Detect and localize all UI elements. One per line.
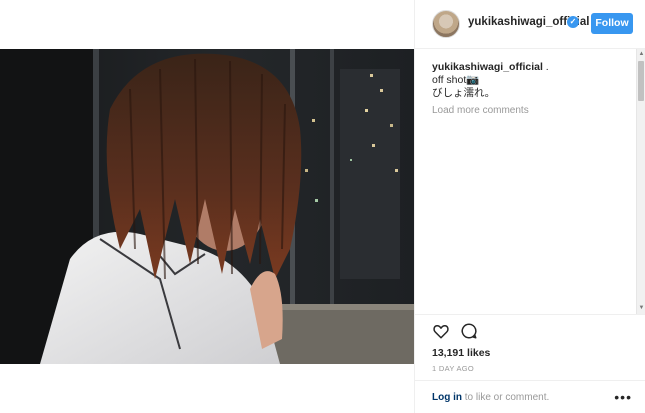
caption-text-line3: びしょ濡れ。 — [432, 87, 496, 99]
scrollbar-thumb[interactable] — [638, 61, 644, 101]
load-more-comments-link[interactable]: Load more comments — [432, 105, 529, 116]
post-header: yukikashiwagi_official ✓ Follow — [415, 0, 645, 49]
avatar[interactable] — [432, 10, 460, 38]
caption-username[interactable]: yukikashiwagi_official — [432, 61, 543, 73]
post-timestamp[interactable]: 1 DAY AGO — [432, 364, 474, 373]
login-prompt: Log in to like or comment. — [432, 392, 549, 403]
more-options-icon[interactable]: ••• — [614, 389, 632, 405]
instagram-embed: yukikashiwagi_official ✓ Follow yukikash… — [0, 0, 645, 413]
comment-bubble-icon[interactable] — [460, 322, 478, 340]
login-prompt-text: to like or comment. — [462, 392, 550, 403]
post-photo[interactable] — [0, 49, 414, 364]
follow-button[interactable]: Follow — [591, 13, 633, 34]
comments-panel: yukikashiwagi_official . off shot📷 びしょ濡れ… — [415, 49, 645, 315]
photo-column — [0, 0, 414, 413]
scroll-down-arrow-icon[interactable]: ▼ — [638, 304, 645, 313]
login-bar: Log in to like or comment. ••• — [415, 380, 645, 413]
likes-count[interactable]: 13,191 likes — [432, 347, 490, 359]
caption-text-line1: . — [542, 61, 549, 73]
scroll-up-arrow-icon[interactable]: ▲ — [638, 50, 645, 59]
heart-icon[interactable] — [432, 322, 450, 340]
caption-text-line2: off shot📷 — [432, 74, 480, 86]
login-link[interactable]: Log in — [432, 392, 462, 403]
comments-scrollbar[interactable]: ▲ ▼ — [636, 49, 645, 314]
caption: yukikashiwagi_official . off shot📷 びしょ濡れ… — [432, 61, 632, 100]
verified-badge-icon: ✓ — [567, 16, 579, 28]
photo-illustration — [0, 49, 414, 364]
post-sidebar: yukikashiwagi_official ✓ Follow yukikash… — [414, 0, 645, 413]
